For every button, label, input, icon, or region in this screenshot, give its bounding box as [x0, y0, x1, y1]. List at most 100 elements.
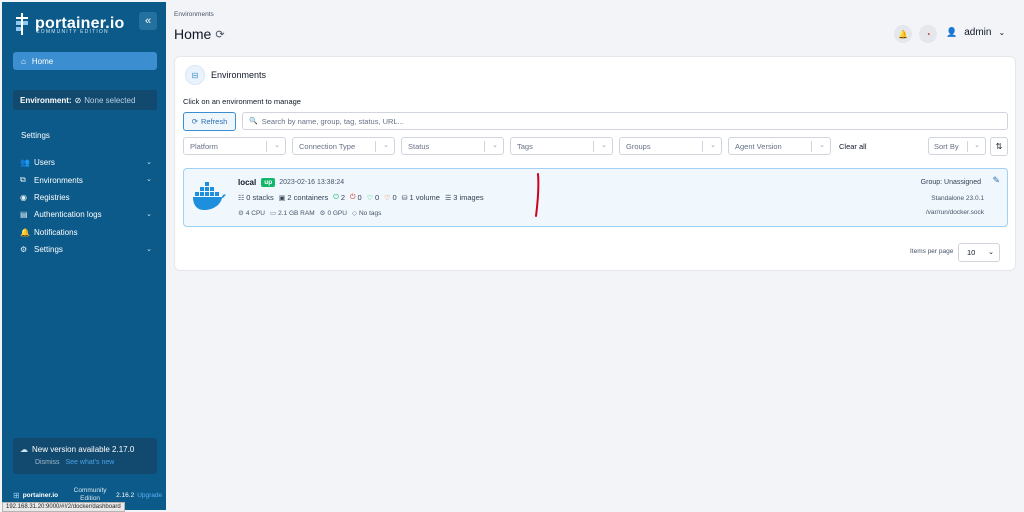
portainer-small-logo-icon: ⊞	[13, 490, 20, 500]
sidebar-item-environments[interactable]: ⧉ Environments ⌄	[20, 171, 152, 188]
portainer-logo[interactable]: portainer.io COMMUNITY EDITION	[14, 12, 125, 36]
ram-value: 2.1 GB RAM	[278, 209, 315, 217]
running-icon: ⏻	[333, 193, 339, 201]
footer-brand: portainer.io	[22, 491, 59, 499]
stacks-count: 0 stacks	[246, 193, 274, 202]
life-ring-icon: ◔	[925, 29, 931, 39]
filter-label: Groups	[626, 141, 651, 151]
logo-subtitle: COMMUNITY EDITION	[36, 29, 109, 35]
notifications-button[interactable]: 🔔	[894, 25, 912, 43]
panel-hint: Click on an environment to manage	[183, 97, 301, 106]
environment-url: /var/run/docker.sock	[925, 209, 984, 216]
sidebar-item-settings[interactable]: ⚙ Settings ⌄	[20, 241, 152, 258]
environment-name-row: local up 2023-02-16 13:38:24	[238, 178, 344, 187]
tags-value: No tags	[358, 209, 382, 217]
footer-version: 2.16.2	[116, 491, 135, 499]
refresh-button[interactable]: ⟳ Refresh	[183, 112, 236, 131]
sidebar-item-notifications[interactable]: 🔔 Notifications	[20, 224, 152, 241]
environment-group: Group: Unassigned	[920, 179, 981, 186]
sort-by-label: Sort By	[934, 141, 959, 151]
chevron-down-icon[interactable]: ⌄	[146, 210, 152, 218]
stopped-icon: ⏻	[350, 193, 356, 201]
update-notice: ☁ New version available 2.17.0 Dismiss Se…	[13, 438, 157, 474]
page-title: Home ⟳	[174, 26, 225, 42]
user-menu[interactable]: 👤 admin ⌄	[946, 27, 1005, 38]
status-badge: up	[261, 178, 276, 187]
chevron-down-icon: ⌄	[998, 28, 1006, 37]
search-input[interactable]	[261, 116, 962, 126]
edit-pencil-icon[interactable]: ✎	[992, 175, 1000, 186]
filter-agent-version[interactable]: Agent Version ⌄	[728, 137, 831, 155]
prohibited-icon: ⊘	[74, 95, 82, 105]
page-title-text: Home	[174, 26, 212, 42]
items-per-page-select[interactable]: 10 ⌄	[958, 243, 1000, 262]
registries-icon: ◉	[20, 192, 27, 202]
portainer-logo-icon	[16, 13, 28, 35]
filter-platform[interactable]: Platform ⌄	[183, 137, 286, 155]
items-per-page-value: 10	[967, 248, 976, 257]
environment-value: None selected	[84, 95, 136, 105]
help-button[interactable]: ◔	[919, 25, 937, 43]
sort-by-select[interactable]: Sort By ⌄	[928, 137, 986, 155]
environment-timestamp: 2023-02-16 13:38:24	[279, 179, 345, 186]
chevron-down-icon[interactable]: ⌄	[146, 245, 152, 253]
sidebar-item-label: Environments	[34, 175, 83, 185]
containers-count: 2 containers	[287, 193, 329, 202]
filter-connection-type[interactable]: Connection Type ⌄	[292, 137, 395, 155]
tag-icon: ◇	[351, 210, 357, 217]
dismiss-link[interactable]: Dismiss	[35, 459, 60, 466]
containers-icon: ▣	[278, 194, 286, 202]
home-icon: ⌂	[21, 56, 26, 66]
environment-card-local[interactable]: local up 2023-02-16 13:38:24 ☷ 0 stacks ▣…	[183, 168, 1008, 227]
cpu-icon: ⚙	[238, 210, 244, 217]
chevron-down-icon: ⌄	[819, 142, 825, 149]
bell-alert-icon: 🔔	[898, 29, 908, 39]
bell-icon: 🔔	[20, 227, 30, 237]
sidebar-item-authentication-logs[interactable]: ▤ Authentication logs ⌄	[20, 206, 152, 223]
sidebar-item-label: Notifications	[34, 227, 78, 237]
environment-selector[interactable]: Environment: ⊘ None selected	[13, 90, 157, 110]
upgrade-link[interactable]: Upgrade	[137, 492, 162, 499]
search-icon: 🔍	[249, 118, 258, 125]
gear-icon: ⚙	[20, 245, 28, 255]
sidebar-item-label: Authentication logs	[34, 210, 102, 220]
whats-new-link[interactable]: See what's new	[66, 459, 115, 466]
environment-label: Environment:	[20, 95, 72, 105]
filter-label: Connection Type	[299, 141, 356, 151]
sidebar-item-label: Users	[34, 158, 55, 168]
volumes-count: 1 volume	[409, 193, 440, 202]
items-per-page-label: Items per page	[910, 248, 954, 255]
sidebar-item-registries[interactable]: ◉ Registries	[20, 189, 152, 206]
sidebar-item-label: Home	[31, 56, 54, 66]
healthy-icon: ♡	[366, 194, 373, 202]
clear-all-button[interactable]: Clear all	[839, 142, 867, 151]
user-icon: 👤	[946, 27, 958, 37]
sidebar-item-home[interactable]: ⌂ Home	[13, 52, 157, 70]
refresh-icon[interactable]: ⟳	[215, 28, 224, 41]
collapse-sidebar-button[interactable]: «	[139, 12, 157, 30]
chevron-down-icon[interactable]: ⌄	[146, 158, 152, 166]
red-annotation-stroke	[535, 173, 540, 217]
stacks-icon: ☷	[238, 194, 245, 202]
sort-direction-button[interactable]: ⇅	[990, 137, 1008, 156]
breadcrumb[interactable]: Environments	[174, 11, 214, 18]
username: admin	[964, 27, 992, 38]
unhealthy-icon: ♡	[384, 194, 391, 202]
chevron-down-icon: ⌄	[383, 142, 389, 149]
sidebar-item-users[interactable]: 👥 Users ⌄	[20, 154, 152, 171]
chevron-down-icon[interactable]: ⌄	[146, 175, 152, 183]
settings-section-title: Settings	[21, 131, 50, 140]
filter-tags[interactable]: Tags ⌄	[510, 137, 613, 155]
chevron-down-icon: ⌄	[274, 142, 280, 149]
cpu-value: 4 CPU	[245, 209, 265, 217]
filter-status[interactable]: Status ⌄	[401, 137, 504, 155]
users-icon: 👥	[20, 158, 30, 168]
chevron-down-icon: ⌄	[601, 142, 607, 149]
filter-groups[interactable]: Groups ⌄	[619, 137, 722, 155]
filter-label: Tags	[517, 141, 533, 151]
chevron-down-icon: ⌄	[710, 142, 716, 149]
ram-icon: ▭	[269, 210, 277, 217]
environment-type: Standalone 23.0.1	[931, 195, 984, 202]
settings-menu: 👥 Users ⌄ ⧉ Environments ⌄ ◉ Registries …	[20, 154, 152, 258]
footer-edition: Community Edition	[73, 487, 107, 502]
